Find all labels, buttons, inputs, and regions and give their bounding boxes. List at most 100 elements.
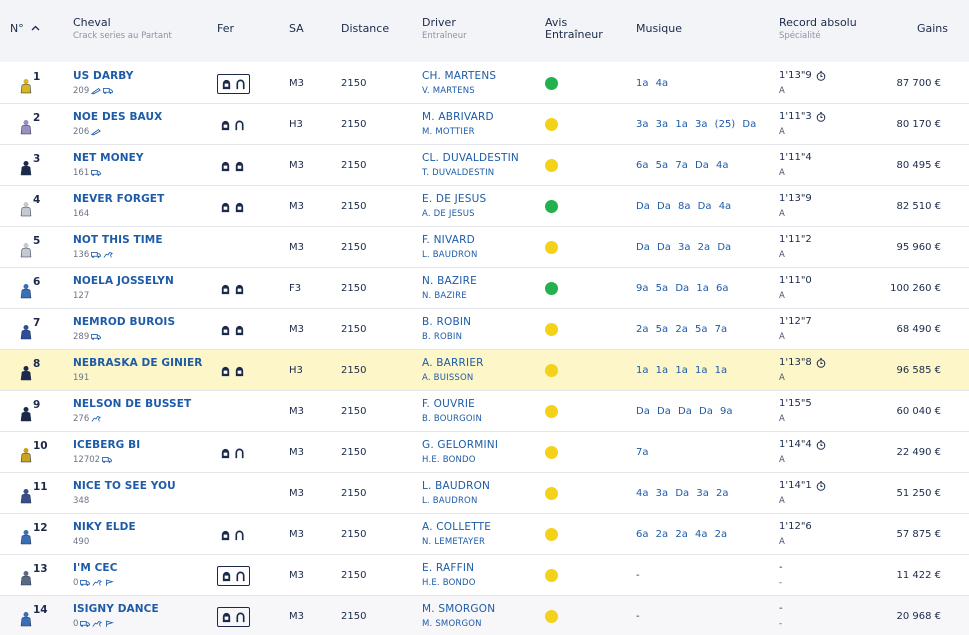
gains-header[interactable]: Gains	[917, 23, 948, 35]
musique-header[interactable]: Musique	[636, 23, 682, 35]
specialite: A	[779, 209, 785, 219]
distance: 2150	[341, 406, 367, 417]
horse-name-link[interactable]: NOT THIS TIME	[73, 234, 163, 246]
runner-number: 14	[33, 604, 48, 616]
truck-icon	[80, 620, 91, 628]
horse-name-link[interactable]: NELSON DE BUSSET	[73, 398, 191, 410]
musique[interactable]: Da Da 3a 2a Da	[636, 242, 731, 253]
table-row[interactable]: 5 NOT THIS TIME 136 M3 2150 F. NIVARD L. BAUDR…	[0, 227, 969, 268]
sex-age: M3	[289, 488, 304, 499]
fer-header[interactable]: Fer	[217, 23, 234, 35]
trainer-link[interactable]: T. DUVALDESTIN	[422, 168, 494, 178]
jockey-silk-icon	[20, 407, 32, 422]
driver-link[interactable]: E. RAFFIN	[422, 562, 474, 574]
horse-info: 127	[73, 291, 89, 301]
driver-link[interactable]: B. ROBIN	[422, 316, 471, 328]
crack-series: 289	[73, 332, 90, 342]
table-row[interactable]: 11 NICE TO SEE YOU 348 M3 2150 L. BAUDRON L. B…	[0, 473, 969, 514]
driver-link[interactable]: A. COLLETTE	[422, 521, 491, 533]
sa-header[interactable]: SA	[289, 23, 304, 35]
trainer-link[interactable]: N. BAZIRE	[422, 291, 467, 301]
lock-shoe-icon	[220, 325, 231, 336]
horse-name-link[interactable]: NIKY ELDE	[73, 521, 136, 533]
table-row[interactable]: 2 NOE DES BAUX 206 H3 2150 M. ABRIVARD M. MOTT…	[0, 104, 969, 145]
table-row[interactable]: 14 ISIGNY DANCE 0 M3 2150 M. SMORGON M. SMORGO…	[0, 596, 969, 635]
musique[interactable]: Da Da 8a Da 4a	[636, 201, 731, 212]
trainer-link[interactable]: H.E. BONDO	[422, 455, 476, 465]
truck-icon	[91, 251, 102, 259]
lock-shoe-icon	[234, 284, 245, 295]
runner-number: 12	[33, 522, 48, 534]
horse-name-link[interactable]: NOE DES BAUX	[73, 111, 162, 123]
horse-name-link[interactable]: ISIGNY DANCE	[73, 603, 159, 615]
gains: 51 250 €	[896, 488, 941, 499]
truck-icon	[91, 333, 102, 341]
horse-name-link[interactable]: ICEBERG BI	[73, 439, 140, 451]
driver-link[interactable]: CH. MARTENS	[422, 70, 496, 82]
driver-link[interactable]: G. GELORMINI	[422, 439, 498, 451]
horse-name-link[interactable]: I'M CEC	[73, 562, 118, 574]
driver-link[interactable]: F. NIVARD	[422, 234, 475, 246]
musique[interactable]: 6a 5a 7a Da 4a	[636, 160, 729, 171]
trainer-link[interactable]: M. MOTTIER	[422, 127, 475, 137]
driver-link[interactable]: M. SMORGON	[422, 603, 495, 615]
lock-shoe-icon	[220, 202, 231, 213]
table-row[interactable]: 1 US DARBY 209 M3 2150 CH. MARTENS V. MARTENS 1…	[0, 63, 969, 104]
trainer-link[interactable]: B. BOURGOIN	[422, 414, 482, 424]
table-row[interactable]: 9 NELSON DE BUSSET 276 M3 2150 F. OUVRIE B. BO…	[0, 391, 969, 432]
horse-name-link[interactable]: US DARBY	[73, 70, 134, 82]
trainer-link[interactable]: A. BUISSON	[422, 373, 473, 383]
driver-link[interactable]: N. BAZIRE	[422, 275, 477, 287]
musique[interactable]: 6a 2a 2a 4a 2a	[636, 529, 727, 540]
trainer-link[interactable]: H.E. BONDO	[422, 578, 476, 588]
musique[interactable]: 7a	[636, 447, 649, 458]
horse-name-link[interactable]: NEBRASKA DE GINIER	[73, 357, 202, 369]
driver-link[interactable]: E. DE JESUS	[422, 193, 486, 205]
trainer-link[interactable]: L. BAUDRON	[422, 496, 478, 506]
runner-number: 6	[33, 276, 41, 288]
horse-name-link[interactable]: NICE TO SEE YOU	[73, 480, 176, 492]
driver-link[interactable]: L. BAUDRON	[422, 480, 490, 492]
driver-link[interactable]: F. OUVRIE	[422, 398, 475, 410]
record-header[interactable]: Record absolu Spécialité	[779, 17, 857, 42]
trainer-link[interactable]: V. MARTENS	[422, 86, 475, 96]
horse-name-link[interactable]: NOELA JOSSELYN	[73, 275, 174, 287]
table-row[interactable]: 4 NEVER FORGET 164 M3 2150 E. DE JESUS A. DE J…	[0, 186, 969, 227]
fer-indicator	[217, 197, 248, 217]
table-row[interactable]: 13 I'M CEC 0 M3 2150 E. RAFFIN H.E. BONDO - - - 11…	[0, 555, 969, 596]
musique[interactable]: 2a 5a 2a 5a 7a	[636, 324, 727, 335]
driver-link[interactable]: CL. DUVALDESTIN	[422, 152, 519, 164]
trainer-link[interactable]: N. LEMETAYER	[422, 537, 485, 547]
trainer-link[interactable]: M. SMORGON	[422, 619, 482, 629]
musique[interactable]: 1a 1a 1a 1a 1a	[636, 365, 727, 376]
crack-series: 0	[73, 619, 79, 629]
horse-name-link[interactable]: NET MONEY	[73, 152, 144, 164]
musique[interactable]: 3a 3a 1a 3a (25) Da	[636, 119, 756, 130]
table-row[interactable]: 6 NOELA JOSSELYN 127 F3 2150 N. BAZIRE N. BAZI…	[0, 268, 969, 309]
trainer-link[interactable]: A. DE JESUS	[422, 209, 475, 219]
cheval-header[interactable]: Cheval Crack series au Partant	[73, 17, 172, 42]
trainer-link[interactable]: B. ROBIN	[422, 332, 462, 342]
table-row[interactable]: 12 NIKY ELDE 490 M3 2150 A. COLLETTE N. LEMETA…	[0, 514, 969, 555]
table-row[interactable]: 10 ICEBERG BI 12702 M3 2150 G. GELORMINI H.E. …	[0, 432, 969, 473]
driver-link[interactable]: M. ABRIVARD	[422, 111, 494, 123]
musique[interactable]: 9a 5a Da 1a 6a	[636, 283, 729, 294]
driver-header[interactable]: Driver Entraîneur	[422, 17, 467, 42]
table-row[interactable]: 7 NEMROD BUROIS 289 M3 2150 B. ROBIN B. ROBIN 2…	[0, 309, 969, 350]
sort-num-header[interactable]: N°	[10, 23, 40, 35]
record-absolu: 1'14"1	[779, 480, 826, 491]
horse-name-link[interactable]: NEVER FORGET	[73, 193, 164, 205]
musique[interactable]: 1a 4a	[636, 78, 668, 89]
sex-age: M3	[289, 324, 304, 335]
table-row[interactable]: 3 NET MONEY 161 M3 2150 CL. DUVALDESTIN T. DUV…	[0, 145, 969, 186]
musique[interactable]: Da Da Da Da 9a	[636, 406, 733, 417]
driver-link[interactable]: A. BARRIER	[422, 357, 484, 369]
avis-header[interactable]: Avis Entraîneur	[545, 17, 605, 41]
table-row[interactable]: 8 NEBRASKA DE GINIER 191 H3 2150 A. BARRIER A.…	[0, 350, 969, 391]
horse-name-link[interactable]: NEMROD BUROIS	[73, 316, 175, 328]
truck-icon	[102, 456, 113, 464]
musique[interactable]: 4a 3a Da 3a 2a	[636, 488, 729, 499]
distance-header[interactable]: Distance	[341, 23, 389, 35]
runner-number: 1	[33, 71, 41, 83]
trainer-link[interactable]: L. BAUDRON	[422, 250, 478, 260]
